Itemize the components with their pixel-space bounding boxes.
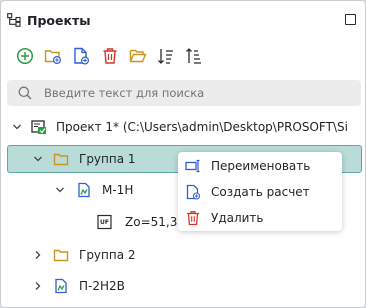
file-add-icon	[74, 47, 90, 65]
delete-button[interactable]	[100, 46, 120, 66]
file-add-icon	[185, 184, 201, 200]
tree-item-zo[interactable]: UF Zo=51,34	[97, 209, 185, 235]
new-folder-button[interactable]	[43, 46, 63, 66]
context-menu: Переименовать Создать расчет Удалить	[178, 152, 342, 231]
chevron-down-icon[interactable]	[32, 153, 44, 165]
chevron-down-icon[interactable]	[54, 184, 66, 196]
maximize-icon[interactable]	[345, 14, 356, 25]
search-input[interactable]	[44, 86, 344, 100]
chevron-down-icon[interactable]	[11, 121, 23, 133]
tree-item-label: М-1Н	[102, 183, 134, 197]
tree-item-label: Проект 1* (C:\Users\admin\Desktop\PROSOF…	[56, 120, 348, 134]
tree-item-label: П-2Н2В	[79, 279, 125, 293]
add-circle-icon	[16, 47, 34, 65]
panel-header: Проекты	[7, 11, 361, 29]
tree-item-group-2[interactable]: Группа 2	[32, 242, 136, 268]
menu-item-delete[interactable]: Удалить	[178, 205, 342, 230]
tree-item-p2h2b[interactable]: П-2Н2В	[32, 273, 125, 299]
new-file-button[interactable]	[71, 46, 91, 66]
panel-title: Проекты	[27, 12, 91, 28]
rename-icon	[185, 158, 201, 174]
toolbar	[15, 46, 212, 66]
menu-item-rename[interactable]: Переименовать	[178, 153, 342, 178]
folder-icon	[53, 151, 69, 167]
folder-open-icon	[129, 49, 147, 63]
trash-icon	[103, 48, 117, 64]
sort-desc-button[interactable]	[184, 46, 204, 66]
result-badge: UF	[100, 218, 109, 226]
project-icon	[31, 119, 47, 135]
open-folder-button[interactable]	[128, 46, 148, 66]
menu-item-label: Создать расчет	[211, 184, 310, 199]
menu-item-label: Удалить	[211, 210, 264, 225]
search-icon	[18, 86, 32, 100]
chevron-right-icon[interactable]	[32, 280, 44, 292]
menu-item-create-calc[interactable]: Создать расчет	[178, 179, 342, 204]
sort-asc-button[interactable]	[156, 46, 176, 66]
sort-desc-icon	[186, 48, 202, 64]
folder-add-icon	[44, 50, 62, 65]
tree-item-group-1[interactable]: Группа 1	[32, 146, 136, 172]
calc-file-icon	[76, 182, 92, 198]
result-icon: UF	[97, 214, 113, 230]
chevron-right-icon[interactable]	[32, 249, 44, 261]
search-box	[7, 80, 361, 106]
tree-item-label: Zo=51,34	[125, 215, 185, 229]
trash-icon	[185, 210, 201, 226]
tree-item-label: Группа 1	[79, 152, 136, 166]
tree-item-label: Группа 2	[79, 248, 136, 262]
sort-asc-icon	[157, 49, 173, 64]
projects-panel: Проекты Введите текст для поиска Проект …	[0, 0, 366, 308]
tree-item-m1h[interactable]: М-1Н	[54, 177, 133, 203]
folder-icon	[53, 247, 69, 263]
calc-file-icon	[53, 278, 69, 294]
hierarchy-icon	[7, 13, 21, 27]
add-button[interactable]	[15, 46, 35, 66]
tree-item-project[interactable]: Проект 1* (C:\Users\admin\Desktop\PROSOF…	[11, 114, 348, 140]
menu-item-label: Переименовать	[211, 158, 311, 173]
